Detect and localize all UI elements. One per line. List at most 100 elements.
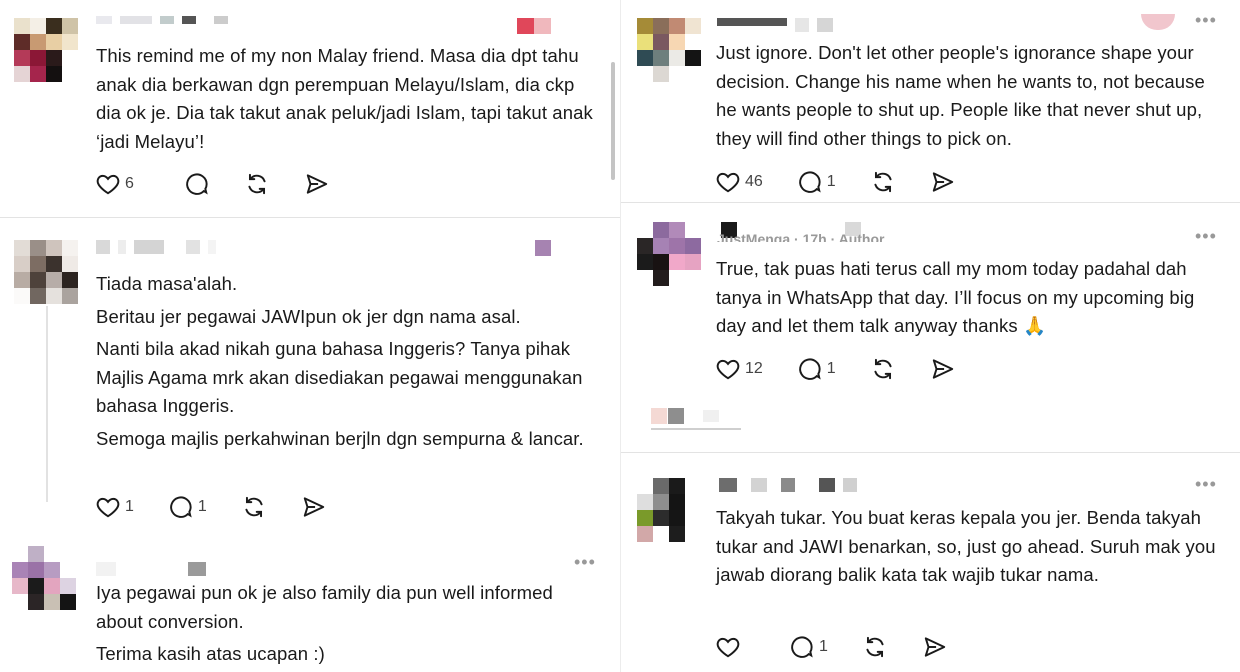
avatar[interactable] (14, 240, 78, 304)
avatar-pixel (685, 238, 701, 254)
reply-icon (791, 636, 813, 658)
avatar-pixel (669, 66, 685, 82)
avatar[interactable] (637, 222, 701, 286)
share-button[interactable] (930, 169, 956, 195)
like-button[interactable]: 12 (715, 356, 763, 382)
comment-text: True, tak puas hati terus call my mom to… (716, 255, 1216, 341)
avatar-pixel (653, 254, 669, 270)
share-icon (932, 359, 953, 379)
reply-button[interactable]: 1 (789, 634, 828, 660)
like-button[interactable]: 46 (715, 169, 763, 195)
share-button[interactable] (301, 494, 327, 520)
more-icon[interactable]: ••• (574, 552, 596, 573)
avatar-pixel (669, 510, 685, 526)
reply-button[interactable]: 1 (797, 169, 836, 195)
avatar-pixel (653, 270, 669, 286)
avatar-pixel (685, 254, 701, 270)
avatar-pixel (637, 494, 653, 510)
repost-icon (866, 636, 884, 658)
avatar-pixel (685, 34, 701, 50)
action-bar: 12 1 (715, 354, 990, 384)
avatar[interactable] (637, 478, 701, 542)
avatar-pixel (12, 562, 28, 578)
avatar-pixel (60, 594, 76, 610)
avatar-pixel (685, 270, 701, 286)
more-icon[interactable]: ••• (1195, 474, 1217, 495)
repost-button[interactable] (241, 494, 267, 520)
avatar-pixel (685, 494, 701, 510)
avatar-pixel (653, 18, 669, 34)
avatar-pixel (637, 50, 653, 66)
avatar-pixel (14, 256, 30, 272)
more-icon[interactable]: ••• (1195, 226, 1217, 247)
like-button[interactable]: 1 (95, 494, 134, 520)
avatar-pixel (14, 50, 30, 66)
reply-button[interactable]: 1 (797, 356, 836, 382)
separator (621, 452, 1240, 453)
comment-paragraph: Nanti bila akad nikah guna bahasa Ingger… (96, 338, 583, 416)
scrollbar[interactable] (611, 62, 615, 180)
redacted-badge (535, 240, 551, 256)
avatar-pixel (685, 478, 701, 494)
action-bar: 46 1 (715, 167, 990, 197)
avatar-pixel (637, 254, 653, 270)
comment-paragraph: Iya pegawai pun ok je also family dia pu… (96, 582, 553, 632)
username-redacted[interactable] (96, 16, 228, 30)
share-button[interactable] (922, 634, 948, 660)
repost-button[interactable] (862, 634, 888, 660)
collapsed-reply-row[interactable] (651, 408, 791, 434)
avatar[interactable] (12, 546, 76, 610)
repost-icon (248, 173, 266, 195)
avatar[interactable] (637, 18, 701, 82)
username-redacted[interactable] (96, 562, 206, 576)
left-thread-panel: This remind me of my non Malay friend. M… (0, 0, 620, 672)
repost-button[interactable] (244, 171, 270, 197)
avatar-pixel (14, 240, 30, 256)
like-button[interactable] (715, 634, 741, 660)
reply-button[interactable] (184, 171, 210, 197)
username-redacted[interactable] (719, 478, 857, 492)
avatar-pixel (685, 50, 701, 66)
share-icon (306, 174, 328, 194)
avatar-pixel (30, 272, 46, 288)
avatar-pixel (14, 34, 30, 50)
avatar-pixel (30, 50, 46, 66)
avatar[interactable] (14, 18, 78, 82)
reply-button[interactable]: 1 (168, 494, 207, 520)
avatar-pixel (30, 256, 46, 272)
share-button[interactable] (304, 171, 330, 197)
redacted-line (651, 428, 741, 430)
avatar-pixel (30, 18, 46, 34)
avatar-pixel (669, 494, 685, 510)
repost-button[interactable] (870, 169, 896, 195)
username-redacted[interactable] (717, 18, 833, 32)
reply-count: 1 (819, 638, 828, 655)
share-icon (924, 637, 946, 657)
comment-text: This remind me of my non Malay friend. M… (96, 42, 596, 156)
more-icon[interactable]: ••• (1195, 10, 1217, 31)
action-bar: 1 1 (95, 492, 361, 522)
redacted-badge (517, 18, 551, 34)
comment-paragraph: Terima kasih atas ucapan :) (96, 643, 325, 664)
repost-button[interactable] (870, 356, 896, 382)
share-button[interactable] (930, 356, 956, 382)
avatar-pixel (669, 238, 685, 254)
avatar-pixel (62, 50, 78, 66)
heart-icon (716, 637, 740, 658)
comment-text: Takyah tukar. You buat keras kepala you … (716, 504, 1216, 590)
avatar-pixel (669, 254, 685, 270)
avatar-pixel (685, 18, 701, 34)
avatar-pixel (44, 594, 60, 610)
avatar-pixel (637, 510, 653, 526)
share-icon (932, 172, 953, 192)
comment-text: Tiada masa'alah. Beritau jer pegawai JAW… (96, 270, 596, 453)
reply-count: 1 (826, 360, 836, 377)
right-thread-panel: ••• Just ignore. Don't let other people'… (621, 0, 1240, 672)
avatar-pixel (28, 562, 44, 578)
reply-icon (170, 496, 192, 518)
avatar-pixel (46, 256, 62, 272)
heart-icon (96, 497, 120, 518)
like-button[interactable]: 6 (95, 171, 134, 197)
username-redacted[interactable] (96, 240, 216, 254)
avatar-pixel (685, 510, 701, 526)
